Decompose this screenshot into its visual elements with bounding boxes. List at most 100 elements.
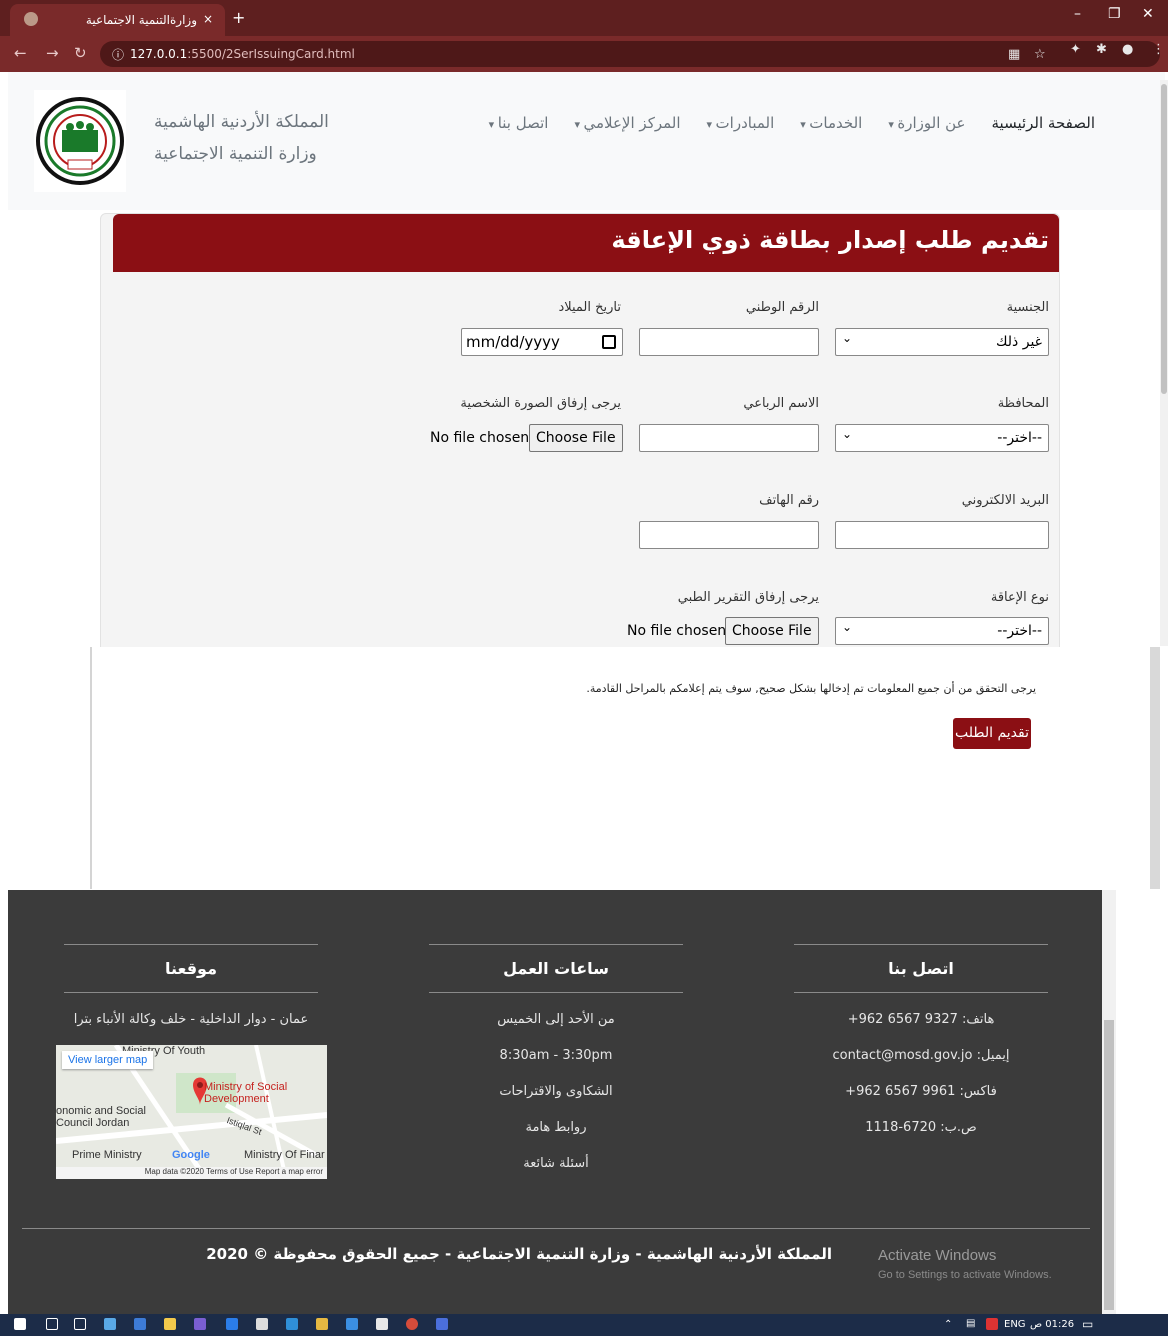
info-icon: ⓘ xyxy=(112,48,125,62)
word-icon[interactable] xyxy=(436,1318,448,1330)
photo-label: يرجى إرفاق الصورة الشخصية xyxy=(460,396,621,411)
notepad-icon[interactable] xyxy=(256,1318,268,1330)
profile-icon[interactable]: ● xyxy=(1122,42,1133,57)
disability-label: نوع الإعاقة xyxy=(990,590,1049,605)
form-header: تقديم طلب إصدار بطاقة ذوي الإعاقة xyxy=(113,214,1059,272)
close-window-button[interactable]: ✕ xyxy=(1142,6,1154,22)
browser-tab[interactable]: وزارةالتنمية الاجتماعية × xyxy=(10,4,225,36)
governorate-value: --اختر-- xyxy=(997,430,1042,446)
back-icon[interactable]: ← xyxy=(14,44,27,62)
form-title: تقديم طلب إصدار بطاقة ذوي الإعاقة xyxy=(611,226,1049,254)
windows-start-icon[interactable] xyxy=(14,1318,26,1330)
edge-icon[interactable] xyxy=(226,1318,238,1330)
nav-services[interactable]: الخدمات xyxy=(800,114,862,138)
nav-home[interactable]: الصفحة الرئيسية xyxy=(992,114,1096,138)
translate-icon[interactable]: ▦ xyxy=(1008,47,1020,62)
photo-choose-file-button[interactable]: Choose File xyxy=(529,424,623,452)
antivirus-icon[interactable] xyxy=(986,1318,998,1330)
footer-complaints-link[interactable]: الشكاوى والاقتراحات xyxy=(429,1083,683,1119)
puzzle-icon[interactable]: ✱ xyxy=(1096,42,1107,57)
footer-hours-column: ساعات العمل من الأحد إلى الخميس 8:30am -… xyxy=(429,944,683,1191)
footer-faq-link[interactable]: أسئلة شائعة xyxy=(429,1155,683,1191)
location-map[interactable]: Ministry Of Youth View larger map Minist… xyxy=(56,1045,327,1179)
email-label: البريد الالكتروني xyxy=(961,493,1049,508)
bag-icon[interactable] xyxy=(164,1318,176,1330)
file-icon[interactable] xyxy=(376,1318,388,1330)
footer-location-column: موقعنا عمان - دوار الداخلية - خلف وكالة … xyxy=(64,944,318,1047)
tab-title: وزارةالتنمية الاجتماعية xyxy=(85,13,197,27)
page-scrollbar-thumb[interactable] xyxy=(1161,84,1167,394)
app-icon[interactable] xyxy=(346,1318,358,1330)
star-icon[interactable]: ☆ xyxy=(1034,47,1046,62)
view-larger-map-link[interactable]: View larger map xyxy=(62,1051,154,1069)
chrome-icon[interactable] xyxy=(406,1318,418,1330)
disability-select[interactable]: --اختر-- ⌄ xyxy=(835,617,1049,645)
footer-links-link[interactable]: روابط هامة xyxy=(429,1119,683,1155)
tab-close-icon[interactable]: × xyxy=(203,12,213,26)
explorer-icon[interactable] xyxy=(316,1318,328,1330)
nav-initiatives[interactable]: المبادرات xyxy=(707,114,775,138)
chevron-down-icon: ⌄ xyxy=(842,427,853,441)
url-path: :5500/2SerIssuingCard.html xyxy=(187,47,355,61)
menu-icon[interactable]: ⋮ xyxy=(1152,42,1165,57)
national-id-label: الرقم الوطني xyxy=(745,300,819,315)
phone-label: رقم الهاتف xyxy=(759,493,819,508)
calendar-icon[interactable] xyxy=(602,335,616,349)
map-label-prime: Prime Ministry xyxy=(72,1149,142,1161)
notifications-icon[interactable]: ▭ xyxy=(1082,1317,1093,1331)
browser-tabbar: وزارةالتنمية الاجتماعية × + – ❐ ✕ xyxy=(0,0,1168,36)
maximize-button[interactable]: ❐ xyxy=(1108,6,1121,22)
footer-contact-title: اتصل بنا xyxy=(888,959,954,978)
favicon-icon xyxy=(24,12,38,26)
store-icon[interactable] xyxy=(104,1318,116,1330)
brand-subtitle: وزارة التنمية الاجتماعية xyxy=(154,144,317,164)
activate-windows-title: Activate Windows xyxy=(878,1247,997,1264)
windows-taskbar: ⌃ ▤ ENG 01:26 ص ▭ xyxy=(0,1314,1168,1336)
chevron-down-icon: ⌄ xyxy=(842,620,853,634)
search-icon[interactable] xyxy=(46,1318,58,1330)
report-choose-file-button[interactable]: Choose File xyxy=(725,617,819,645)
skype-icon[interactable] xyxy=(134,1318,146,1330)
language-indicator[interactable]: ENG xyxy=(1004,1319,1026,1330)
network-icon[interactable]: ▤ xyxy=(966,1318,975,1329)
verify-notice: يرجى التحقق من أن جميع المعلومات تم إدخا… xyxy=(586,682,1036,695)
extension-icon[interactable]: ✦ xyxy=(1070,42,1081,57)
activate-windows-subtitle: Go to Settings to activate Windows. xyxy=(878,1269,1052,1281)
url-host: 127.0.0.1 xyxy=(130,47,188,61)
nav-about[interactable]: عن الوزارة xyxy=(888,114,965,138)
footer-pobox: ص.ب: 6720-1118 xyxy=(865,1120,977,1135)
footer-address: عمان - دوار الداخلية - خلف وكالة الأنباء… xyxy=(73,1012,309,1027)
national-id-input[interactable] xyxy=(639,328,819,356)
google-logo: Google xyxy=(172,1149,210,1161)
reload-icon[interactable]: ↻ xyxy=(74,44,87,62)
visual-studio-icon[interactable] xyxy=(194,1318,206,1330)
url-input[interactable]: ⓘ 127.0.0.1:5500/2SerIssuingCard.html ▦ … xyxy=(100,41,1160,67)
copyright-text: المملكة الأردنية الهاشمية - وزارة التنمي… xyxy=(206,1245,832,1263)
task-view-icon[interactable] xyxy=(74,1318,86,1330)
map-label-finance: Ministry Of Finar xyxy=(244,1149,325,1161)
minimize-button[interactable]: – xyxy=(1074,6,1081,22)
nav-contact[interactable]: اتصل بنا xyxy=(489,114,549,138)
footer-email[interactable]: إيميل: contact@mosd.gov.jo xyxy=(794,1047,1048,1083)
main-nav: الصفحة الرئيسية عن الوزارة الخدمات المبا… xyxy=(489,114,1095,138)
vscode-icon[interactable] xyxy=(286,1318,298,1330)
fullname-input[interactable] xyxy=(639,424,819,452)
phone-input[interactable] xyxy=(639,521,819,549)
clock[interactable]: 01:26 ص xyxy=(1030,1319,1074,1330)
footer-time: 8:30am - 3:30pm xyxy=(499,1048,613,1063)
footer-contact-column: اتصل بنا هاتف: 9327 6567 962+ إيميل: con… xyxy=(794,944,1048,1155)
forward-icon[interactable]: → xyxy=(46,44,59,62)
brand-title: المملكة الأردنية الهاشمية xyxy=(154,112,329,132)
submit-button[interactable]: تقديم الطلب xyxy=(953,718,1031,749)
new-tab-button[interactable]: + xyxy=(232,8,245,27)
nav-media-center[interactable]: المركز الإعلامي xyxy=(574,114,680,138)
nationality-select[interactable]: غير ذلك ⌄ xyxy=(835,328,1049,356)
governorate-select[interactable]: --اختر-- ⌄ xyxy=(835,424,1049,452)
chevron-down-icon: ⌄ xyxy=(842,331,853,345)
footer-scrollbar-thumb[interactable] xyxy=(1104,1020,1114,1310)
map-label-social: Ministry of Social Development xyxy=(204,1081,288,1105)
footer-location-title: موقعنا xyxy=(165,959,217,978)
birthdate-input[interactable]: mm/dd/yyyy xyxy=(461,328,623,356)
tray-chevron-icon[interactable]: ⌃ xyxy=(944,1319,952,1330)
email-input[interactable] xyxy=(835,521,1049,549)
